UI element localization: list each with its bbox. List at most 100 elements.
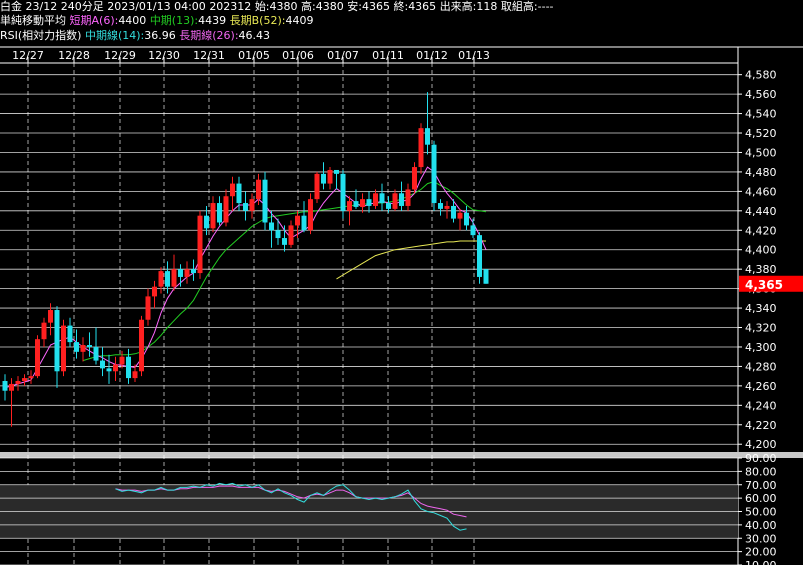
candle-body [48, 310, 53, 323]
candle-body [295, 215, 300, 226]
date-label: 01/05 [238, 49, 270, 62]
candle-body [353, 201, 359, 207]
price-tick-label: 4,340 [745, 302, 777, 315]
price-tick-label: 4,320 [745, 322, 777, 335]
price-tick-label: 4,480 [745, 166, 777, 179]
candle-body [373, 193, 378, 206]
last-price-label: 4,365 [745, 278, 783, 292]
candle-body [275, 230, 281, 239]
candle-body [444, 205, 450, 209]
date-label: 01/11 [372, 49, 404, 62]
price-tick-label: 4,520 [745, 127, 777, 140]
date-label: 01/13 [458, 49, 490, 62]
date-label: 01/06 [282, 49, 314, 62]
candle-body [165, 271, 170, 287]
candle-body [145, 296, 151, 320]
candle-body [223, 196, 229, 223]
candle-body [399, 193, 404, 206]
candle-body [379, 193, 385, 204]
candle-body [217, 203, 222, 223]
candle-body [256, 179, 261, 200]
candle-body [301, 215, 307, 231]
candle-body [451, 205, 456, 219]
candle-body [158, 271, 164, 287]
price-tick-label: 4,200 [745, 438, 777, 451]
rsi-tick-label: 30.00 [745, 532, 777, 545]
candle-body [100, 360, 105, 369]
candle-body [191, 269, 196, 274]
candle-body [184, 269, 190, 277]
price-tick-label: 4,400 [745, 244, 777, 257]
candle-body [2, 381, 8, 391]
price-tick-label: 4,560 [745, 88, 777, 101]
candle-body [249, 199, 255, 211]
price-tick-label: 4,580 [745, 69, 777, 82]
candlestick-chart[interactable]: 4,580 4,560 4,540 4,520 4,500 4,480 4,460 4,440… [0, 0, 803, 565]
candle-body [61, 325, 66, 372]
candle-body [22, 378, 27, 382]
price-tick-label: 4,440 [745, 205, 777, 218]
candle-body [483, 269, 489, 284]
candle-body [282, 238, 287, 245]
price-tick-label: 4,380 [745, 263, 777, 276]
price-tick-label: 4,280 [745, 360, 777, 373]
candle-body [80, 345, 86, 352]
candle-body [269, 222, 274, 231]
price-tick-label: 4,420 [745, 224, 777, 237]
candle-body [360, 199, 365, 207]
candle-body [340, 173, 346, 211]
candle-body [262, 179, 268, 223]
candle-body [197, 215, 203, 274]
candle-body [392, 193, 398, 209]
date-label: 12/30 [148, 49, 180, 62]
candle-body [152, 286, 157, 297]
candle-body [93, 346, 99, 361]
candle-body [139, 319, 144, 372]
candle-body [314, 173, 320, 200]
price-tick-label: 4,460 [745, 185, 777, 198]
candle-body [210, 203, 216, 229]
price-tick-label: 4,220 [745, 419, 777, 432]
rsi-tick-label: 60.00 [745, 492, 777, 505]
candle-body [321, 173, 326, 184]
candle-body [9, 383, 14, 391]
candle-body [126, 356, 131, 379]
candle-body [366, 199, 372, 206]
candle-body [87, 345, 92, 347]
date-label: 01/12 [416, 49, 448, 62]
price-tick-label: 4,540 [745, 108, 777, 121]
candle-body [119, 356, 125, 365]
rsi-tick-label: 90.00 [745, 452, 777, 465]
price-tick-label: 4,240 [745, 399, 777, 412]
candle-body [347, 201, 352, 211]
candle-body [15, 381, 21, 384]
rsi-tick-label: 80.00 [745, 465, 777, 478]
candle-body [28, 376, 34, 379]
date-label: 12/28 [58, 49, 90, 62]
candle-body [464, 212, 469, 226]
candle-body [438, 203, 443, 209]
candle-body [334, 169, 339, 174]
rsi-tick-label: 50.00 [745, 506, 777, 519]
candle-body [54, 310, 60, 372]
candle-body [74, 342, 79, 352]
candle-body [457, 212, 463, 219]
rsi-tick-label: 20.00 [745, 546, 777, 559]
candle-body [204, 215, 209, 229]
price-tick-label: 4,260 [745, 380, 777, 393]
candle-body [386, 203, 391, 209]
candle-body [67, 325, 73, 343]
candle-body [477, 235, 482, 277]
candle-body [243, 203, 248, 211]
candle-body [431, 144, 437, 204]
rsi-tick-label: 40.00 [745, 519, 777, 532]
candle-body [405, 189, 411, 206]
candle-body [288, 225, 294, 245]
candle-body [113, 364, 118, 372]
candle-body [418, 128, 424, 168]
panel-separator [0, 452, 803, 458]
date-label: 12/27 [12, 49, 44, 62]
candle-body [41, 322, 47, 340]
price-tick-label: 4,500 [745, 146, 777, 159]
candle-body [412, 167, 417, 190]
